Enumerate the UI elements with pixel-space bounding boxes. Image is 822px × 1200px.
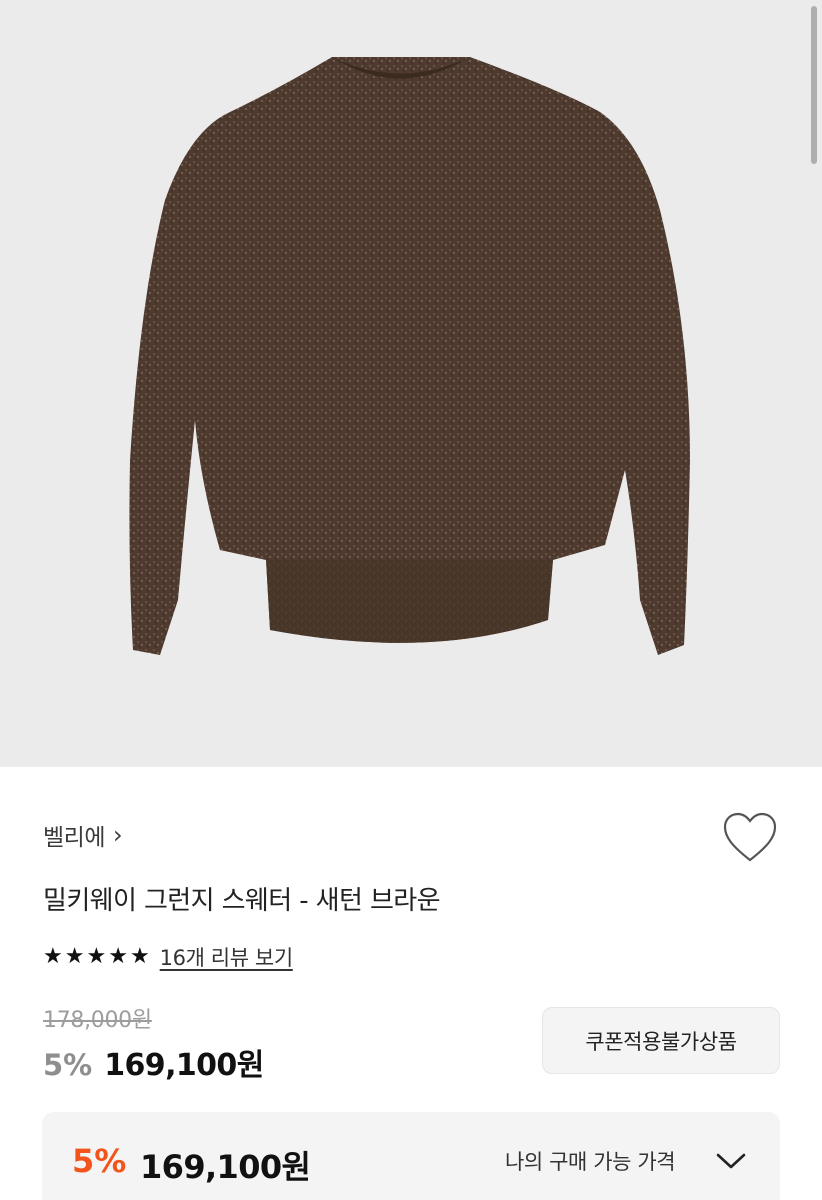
chevron-down-icon — [716, 1153, 746, 1169]
heart-icon[interactable] — [722, 812, 778, 864]
my-price-dropdown[interactable]: 5% 169,100원 나의 구매 가능 가격 — [42, 1112, 780, 1200]
my-price: 169,100원 — [140, 1148, 311, 1186]
star-icon: ★ — [129, 944, 150, 969]
product-detail-page: 벨리에 › 밀키웨이 그런지 스웨터 - 새턴 브라운 ★ ★ ★ ★ ★ 16… — [0, 0, 822, 1200]
chevron-right-icon: › — [112, 821, 123, 849]
original-price: 178,000원 — [43, 1008, 152, 1033]
sweater-illustration — [129, 57, 690, 655]
discount-percent: 5% — [43, 1048, 93, 1082]
star-icon: ★ — [108, 944, 128, 969]
star-icon: ★ — [86, 944, 107, 969]
sale-price: 169,100원 — [104, 1048, 264, 1083]
sale-price-row: 5% 169,100원 — [43, 1040, 264, 1084]
brand-name: 벨리에 — [43, 825, 105, 851]
review-link[interactable]: 16개 리뷰 보기 — [160, 942, 293, 972]
coupon-notice-button[interactable]: 쿠폰적용불가상품 — [542, 1007, 780, 1074]
product-title: 밀키웨이 그런지 스웨터 - 새턴 브라운 — [43, 886, 441, 916]
product-image[interactable] — [0, 0, 822, 767]
star-icon: ★ — [64, 944, 85, 969]
rating-row: ★ ★ ★ ★ ★ 16개 리뷰 보기 — [43, 942, 293, 972]
my-price-label: 나의 구매 가능 가격 — [505, 1150, 676, 1174]
brand-link[interactable]: 벨리에 › — [43, 818, 123, 852]
scrollbar[interactable] — [811, 6, 817, 164]
my-discount-percent: 5% — [72, 1142, 127, 1180]
star-icon: ★ — [43, 944, 63, 969]
star-rating: ★ ★ ★ ★ ★ — [43, 946, 150, 968]
